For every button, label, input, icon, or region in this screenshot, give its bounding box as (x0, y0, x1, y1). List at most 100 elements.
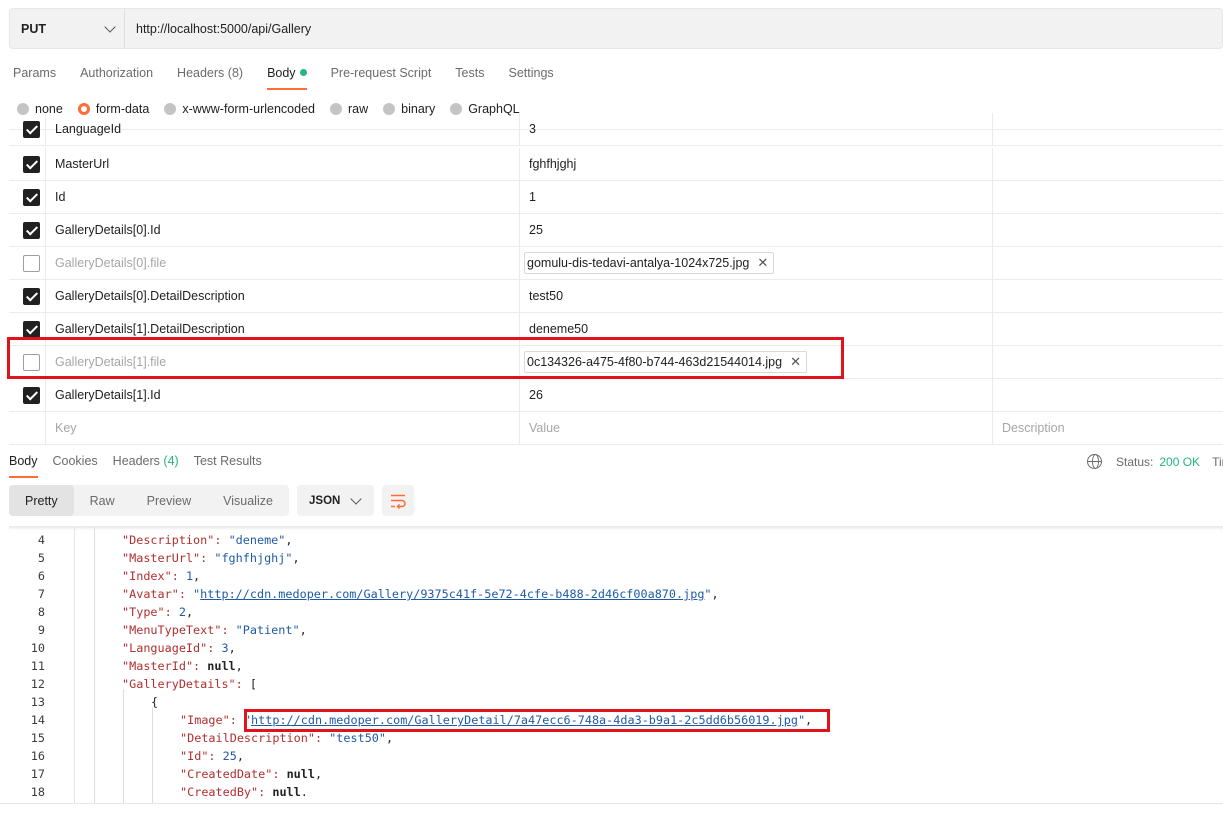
new-key-input[interactable]: Key (46, 412, 520, 444)
format-label: JSON (309, 494, 341, 507)
new-value-input[interactable]: Value (520, 412, 993, 444)
checkbox-checked-icon[interactable] (23, 156, 40, 173)
param-key-cell[interactable]: GalleryDetails[0].file (46, 247, 520, 279)
param-value-cell[interactable]: 1 (520, 181, 993, 213)
param-value-cell[interactable]: 26 (520, 379, 993, 411)
tab-label: Authorization (80, 66, 154, 80)
response-tab-cookies[interactable]: Cookies (53, 454, 98, 476)
globe-icon[interactable] (1087, 454, 1102, 469)
checkbox-unchecked-icon[interactable] (23, 354, 40, 371)
view-mode-preview[interactable]: Preview (131, 485, 207, 516)
param-key-cell[interactable]: LanguageId (46, 113, 520, 145)
json-key: DetailDescription (187, 731, 308, 745)
param-key-cell[interactable]: GalleryDetails[1].Id (46, 379, 520, 411)
json-null: null (207, 659, 236, 673)
response-body-code[interactable]: 4 5 6 7 8 9 10 11 12 13 14 15 16 17 18 "Description": … (9, 526, 1223, 804)
param-value-cell[interactable]: gomulu-dis-tedavi-antalya-1024x725.jpg ✕ (520, 247, 993, 279)
line-number: 7 (37, 587, 45, 601)
checkbox-checked-icon[interactable] (23, 288, 40, 305)
checkbox-checked-icon[interactable] (23, 189, 40, 206)
request-url-bar: PUT http://localhost:5000/api/Gallery (9, 8, 1223, 49)
param-key-cell[interactable]: GalleryDetails[1].DetailDescription (46, 313, 520, 345)
file-chip[interactable]: gomulu-dis-tedavi-antalya-1024x725.jpg ✕ (524, 252, 775, 274)
param-description-cell[interactable] (993, 313, 1223, 345)
param-checkbox-cell (9, 346, 46, 378)
param-value: test50 (529, 289, 564, 303)
tab-body[interactable]: Body (267, 66, 307, 90)
code-line: "Type": 2, (122, 605, 194, 619)
tab-authorization[interactable]: Authorization (80, 66, 153, 88)
response-tab-test-results[interactable]: Test Results (194, 454, 262, 476)
param-checkbox-cell (9, 412, 46, 444)
file-name: 0c134326-a475-4f80-b744-463d21544014.jpg (527, 355, 783, 369)
param-value-cell[interactable]: deneme50 (520, 313, 993, 345)
param-description-cell[interactable] (993, 214, 1223, 246)
new-description-input[interactable]: Description (993, 412, 1223, 444)
status-value[interactable]: 200 OK (1159, 455, 1200, 469)
param-key: GalleryDetails[1].DetailDescription (55, 322, 245, 336)
tab-settings[interactable]: Settings (508, 66, 553, 88)
tab-pre-request-script[interactable]: Pre-request Script (331, 66, 432, 88)
checkbox-unchecked-icon[interactable] (23, 255, 40, 272)
json-number: 1 (185, 569, 194, 583)
param-key-cell[interactable]: MasterUrl (46, 148, 520, 180)
checkbox-checked-icon[interactable] (23, 121, 40, 138)
view-mode-pretty[interactable]: Pretty (9, 485, 74, 516)
param-key-cell[interactable]: GalleryDetails[0].DetailDescription (46, 280, 520, 312)
checkbox-checked-icon[interactable] (23, 321, 40, 338)
code-line: { (151, 695, 158, 709)
close-icon[interactable]: ✕ (757, 255, 768, 271)
close-icon[interactable]: ✕ (790, 354, 801, 370)
view-mode-raw[interactable]: Raw (74, 485, 131, 516)
view-mode-visualize[interactable]: Visualize (207, 485, 289, 516)
param-value-cell[interactable]: 25 (520, 214, 993, 246)
file-chip[interactable]: 0c134326-a475-4f80-b744-463d21544014.jpg… (524, 351, 807, 373)
param-key: GalleryDetails[1].file (55, 355, 167, 369)
wrap-lines-button[interactable] (382, 485, 414, 516)
param-row: GalleryDetails[1].Id 26 (9, 379, 1223, 412)
param-description-cell[interactable] (993, 346, 1223, 378)
response-tabs: Body Cookies Headers (4) Test Results (9, 454, 262, 478)
json-null: null (272, 785, 301, 799)
param-description-cell[interactable] (993, 379, 1223, 411)
param-value-cell[interactable]: 0c134326-a475-4f80-b744-463d21544014.jpg… (520, 346, 993, 378)
checkbox-checked-icon[interactable] (23, 222, 40, 239)
param-description-cell[interactable] (993, 113, 1223, 145)
json-link[interactable]: http://cdn.medoper.com/Gallery/9375c41f-… (200, 587, 704, 601)
line-number: 6 (37, 569, 45, 583)
checkbox-checked-icon[interactable] (23, 387, 40, 404)
tab-headers[interactable]: Headers (8) (177, 66, 243, 88)
response-tab-headers[interactable]: Headers (4) (113, 454, 179, 476)
param-checkbox-cell (9, 280, 46, 312)
param-value-cell[interactable]: fghfhjghj (520, 148, 993, 180)
param-value-cell[interactable]: test50 (520, 280, 993, 312)
param-value-cell[interactable]: 3 (520, 113, 993, 145)
form-data-table: LanguageId 3 MasterUrl fghfhjghj Id 1 GalleryD… (9, 113, 1223, 445)
tab-label: Headers (112, 454, 160, 468)
tab-params[interactable]: Params (13, 66, 56, 88)
json-key: Description (129, 533, 208, 547)
tab-tests[interactable]: Tests (455, 66, 484, 88)
json-key: Image (187, 713, 223, 727)
param-key: GalleryDetails[0].DetailDescription (55, 289, 245, 303)
code-line: "GalleryDetails": [ (122, 677, 257, 691)
param-key-cell[interactable]: GalleryDetails[1].file (46, 346, 520, 378)
line-number: 9 (37, 623, 45, 637)
param-description-cell[interactable] (993, 181, 1223, 213)
param-description-cell[interactable] (993, 247, 1223, 279)
method-select[interactable]: PUT (10, 9, 125, 48)
param-description-cell[interactable] (993, 148, 1223, 180)
param-key-cell[interactable]: Id (46, 181, 520, 213)
json-key: MasterId (129, 659, 186, 673)
json-key: LanguageId (129, 641, 201, 655)
chevron-down-icon (104, 20, 116, 33)
url-input[interactable]: http://localhost:5000/api/Gallery (125, 22, 311, 36)
param-key-cell[interactable]: GalleryDetails[0].Id (46, 214, 520, 246)
json-number: 2 (178, 605, 186, 619)
json-string: deneme (235, 533, 279, 547)
param-description-cell[interactable] (993, 280, 1223, 312)
response-tab-body[interactable]: Body (9, 454, 38, 478)
tab-label: Tests (455, 66, 485, 80)
format-select[interactable]: JSON (297, 485, 374, 516)
json-link[interactable]: http://cdn.medoper.com/GalleryDetail/7a4… (251, 713, 798, 727)
